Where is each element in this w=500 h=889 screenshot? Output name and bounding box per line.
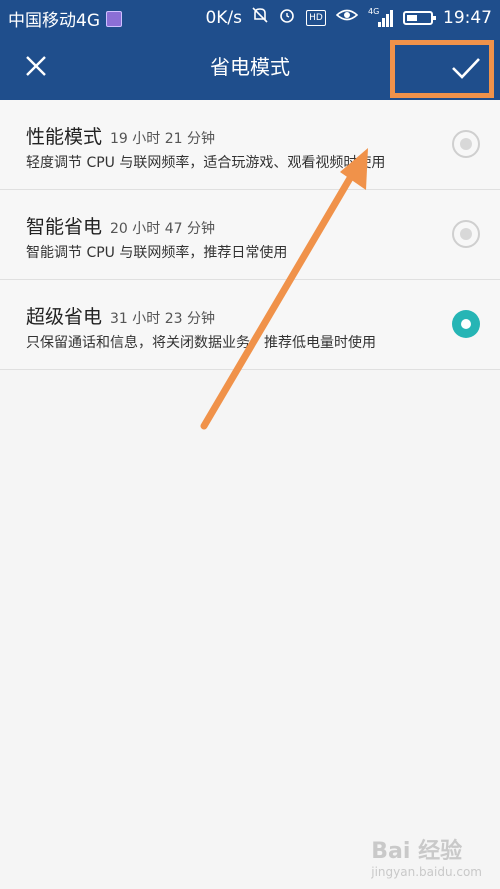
mode-time: 31 小时 23 分钟 — [110, 311, 215, 327]
mode-name: 超级省电 — [26, 306, 103, 328]
image-icon — [106, 10, 122, 27]
battery-icon — [403, 10, 436, 25]
close-icon — [26, 56, 46, 76]
carrier-label: 中国移动4G — [8, 11, 100, 31]
mode-performance[interactable]: 性能模式 19 小时 21 分钟 轻度调节 CPU 与联网频率，适合玩游戏、观看视… — [0, 100, 500, 190]
mode-time: 19 小时 21 分钟 — [110, 131, 215, 147]
network-speed: 0K/s — [205, 7, 242, 28]
battery-level — [407, 14, 417, 21]
confirm-button[interactable] — [390, 40, 494, 98]
power-mode-list: 性能模式 19 小时 21 分钟 轻度调节 CPU 与联网频率，适合玩游戏、观看视… — [0, 100, 500, 370]
status-bar: 中国移动4G 0K/s HD 4G 19:47 — [0, 0, 500, 34]
mute-icon — [252, 6, 268, 29]
hd-icon: HD — [306, 9, 326, 26]
signal-icon: 4G — [368, 7, 393, 27]
alarm-icon — [278, 6, 296, 29]
check-icon — [452, 58, 480, 79]
clock: 19:47 — [443, 7, 492, 28]
baidu-watermark: Bai 经验 jingyan.baidu.com — [371, 839, 482, 879]
mode-description: 只保留通话和信息，将关闭数据业务，推荐低电量时使用 — [26, 335, 376, 351]
mode-name: 性能模式 — [26, 126, 103, 148]
mode-radio-selected[interactable] — [452, 310, 480, 338]
close-button[interactable] — [18, 48, 54, 84]
app-bar: 省电模式 — [0, 34, 500, 100]
mode-radio[interactable] — [452, 130, 480, 158]
mode-super-saving[interactable]: 超级省电 31 小时 23 分钟 只保留通话和信息，将关闭数据业务，推荐低电量时使… — [0, 280, 500, 370]
mode-description: 轻度调节 CPU 与联网频率，适合玩游戏、观看视频时使用 — [26, 155, 386, 171]
mode-radio[interactable] — [452, 220, 480, 248]
mode-description: 智能调节 CPU 与联网频率，推荐日常使用 — [26, 245, 288, 261]
mode-name: 智能省电 — [26, 216, 103, 238]
mode-smart-saving[interactable]: 智能省电 20 小时 47 分钟 智能调节 CPU 与联网频率，推荐日常使用 — [0, 190, 500, 280]
eye-icon — [335, 7, 359, 28]
mode-time: 20 小时 47 分钟 — [110, 221, 215, 237]
